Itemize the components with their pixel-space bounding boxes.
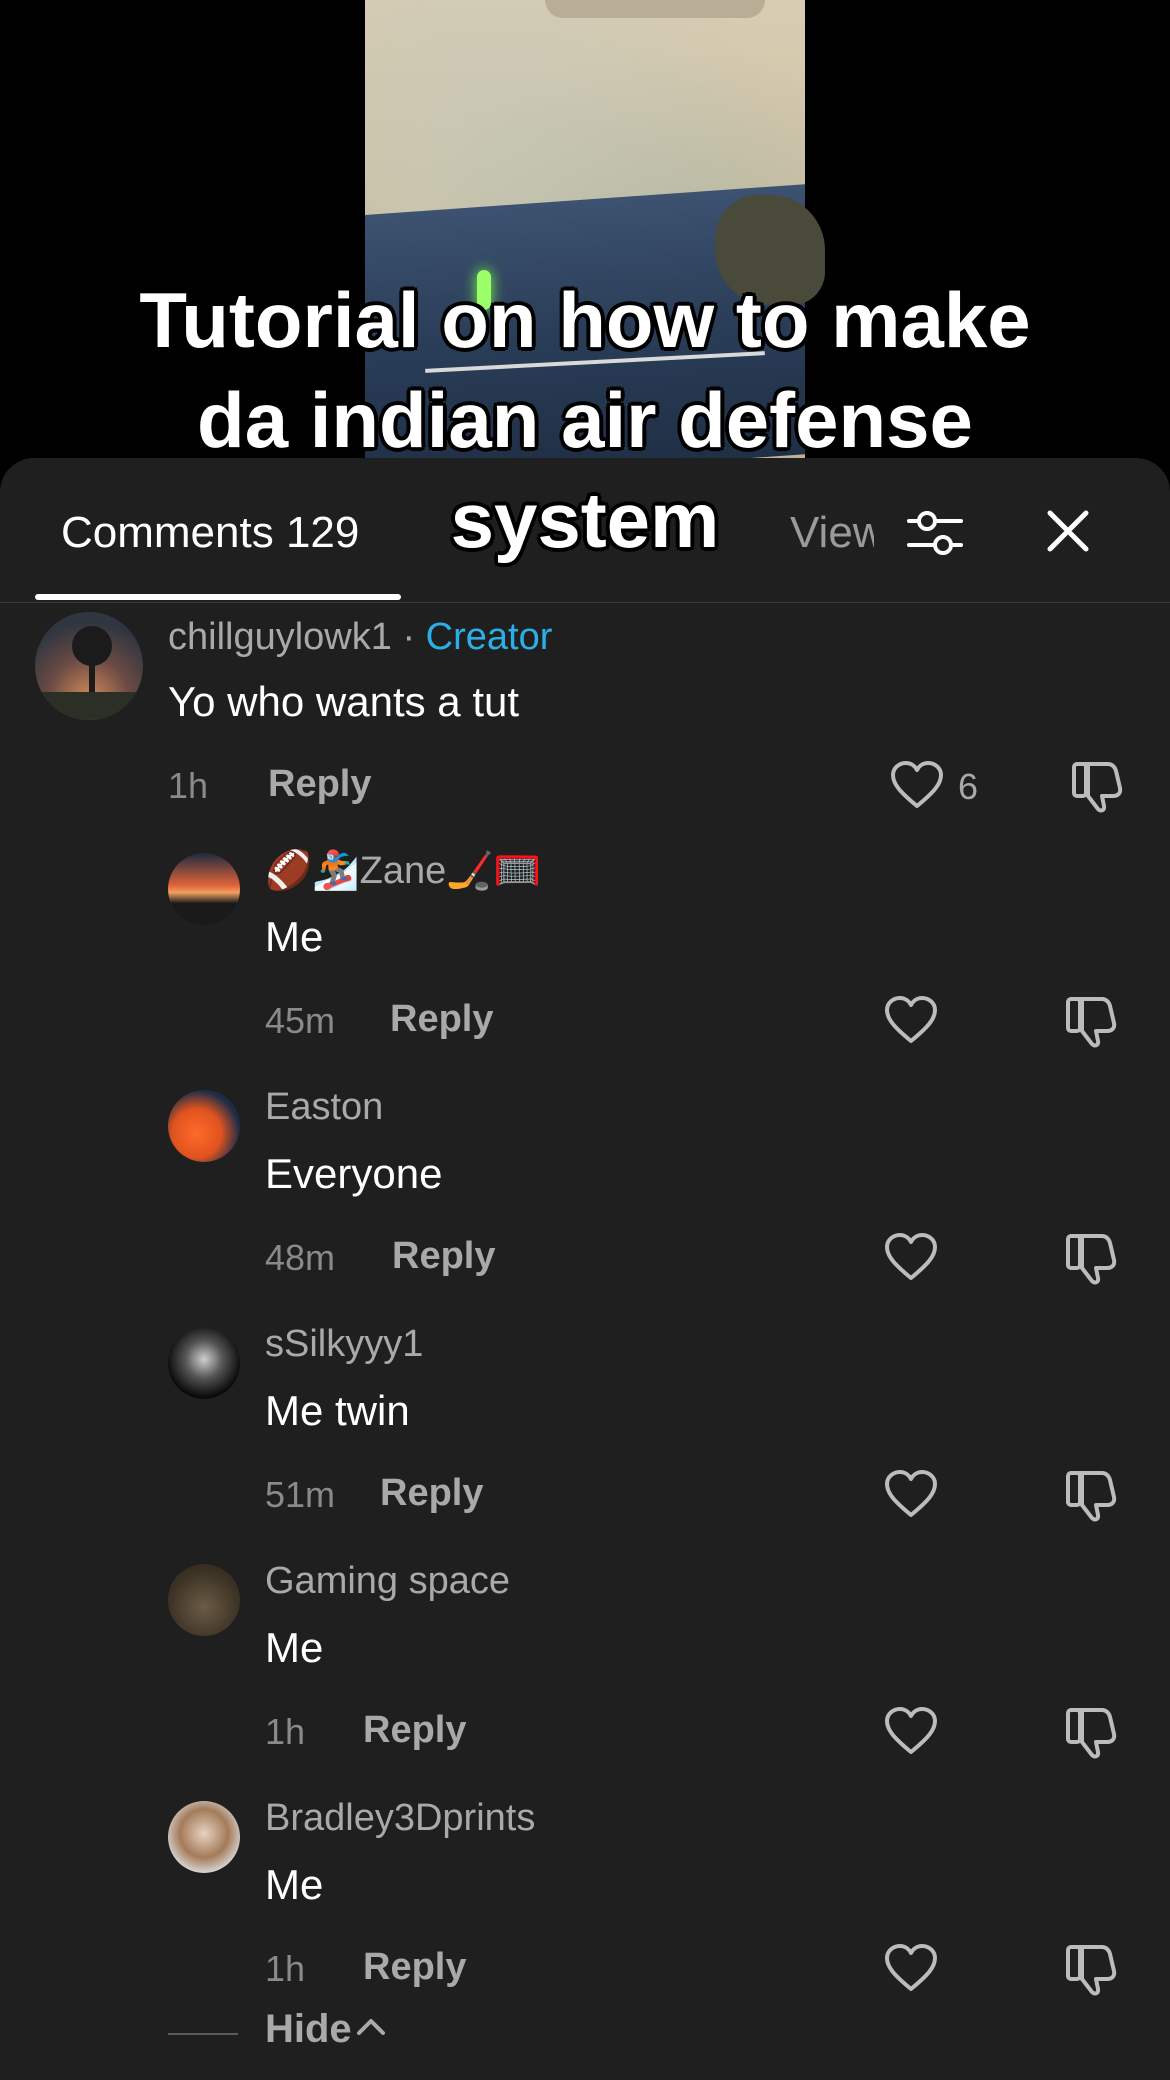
divider: [168, 2033, 238, 2035]
reply-time: 48m: [265, 1237, 336, 1278]
separator-dot: ·: [402, 616, 416, 658]
comments-panel: Comments 129 ... Views chillguylowk1 · C…: [0, 458, 1170, 2080]
chevron-up-icon[interactable]: [355, 2015, 387, 2039]
reply-button[interactable]: Reply: [392, 1235, 495, 1278]
reply-text: Me: [265, 913, 324, 960]
comment-time: 1h: [168, 765, 209, 806]
reply-text: Me: [265, 1861, 324, 1908]
reply-username[interactable]: sSilkyyy1: [265, 1323, 423, 1366]
reply-time: 1h: [265, 1948, 306, 1989]
thumbs-down-icon[interactable]: [1064, 1941, 1120, 1997]
active-tab-indicator: [35, 594, 401, 600]
thumbs-down-icon[interactable]: [1064, 1704, 1120, 1760]
reply-time: 1h: [265, 1711, 306, 1752]
thumbs-down-icon[interactable]: [1064, 1467, 1120, 1523]
reply-time: 45m: [265, 1000, 336, 1041]
reply-username[interactable]: Easton: [265, 1086, 383, 1129]
reply-time: 51m: [265, 1474, 336, 1515]
reply-button[interactable]: Reply: [390, 998, 493, 1041]
avatar-image: [35, 626, 143, 720]
reply-text: Everyone: [265, 1150, 443, 1197]
reply-button[interactable]: Reply: [363, 1946, 466, 1989]
caption-line: Tutorial on how to make: [139, 276, 1031, 364]
hide-replies-button[interactable]: Hide: [265, 2007, 352, 2052]
avatar[interactable]: [35, 612, 143, 720]
comment-item: chillguylowk1 · Creator Yo who wants a t…: [0, 608, 1170, 813]
creator-badge: Creator: [425, 616, 553, 658]
comment-text: Yo who wants a tut: [168, 678, 520, 725]
reply-text: Me: [265, 1624, 324, 1671]
avatar[interactable]: [168, 1564, 240, 1636]
like-count: 6: [958, 766, 979, 807]
comment-username[interactable]: chillguylowk1: [168, 616, 392, 658]
thumbs-down-icon[interactable]: [1064, 993, 1120, 1049]
reply-username[interactable]: Gaming space: [265, 1560, 510, 1603]
caption-line: da indian air defense: [197, 376, 973, 464]
reply-username[interactable]: Bradley3Dprints: [265, 1797, 535, 1840]
heart-icon[interactable]: [884, 1706, 938, 1756]
reply-button[interactable]: Reply: [380, 1472, 483, 1515]
caption-line: system: [450, 476, 720, 564]
avatar[interactable]: [168, 853, 240, 925]
heart-icon[interactable]: [884, 1943, 938, 1993]
heart-icon[interactable]: [884, 995, 938, 1045]
video-caption: Tutorial on how to make da indian air de…: [0, 270, 1170, 570]
reply-text: Me twin: [265, 1387, 410, 1434]
video-object: [545, 0, 765, 18]
avatar[interactable]: [168, 1090, 240, 1162]
heart-icon[interactable]: [884, 1469, 938, 1519]
reply-item: 🏈🏂Zane🏒🥅 Me 45m Reply: [0, 843, 1170, 1048]
heart-icon[interactable]: [890, 760, 944, 810]
reply-item: Gaming space Me 1h Reply: [0, 1554, 1170, 1759]
heart-icon[interactable]: [884, 1232, 938, 1282]
hide-replies-row[interactable]: Hide: [0, 2003, 1170, 2063]
comment-username-row[interactable]: chillguylowk1 · Creator: [168, 616, 552, 659]
reply-button[interactable]: Reply: [268, 763, 371, 806]
thumbs-down-icon[interactable]: [1070, 758, 1126, 814]
avatar[interactable]: [168, 1327, 240, 1399]
avatar[interactable]: [168, 1801, 240, 1873]
reply-username[interactable]: 🏈🏂Zane🏒🥅: [265, 849, 541, 893]
thumbs-down-icon[interactable]: [1064, 1230, 1120, 1286]
reply-item: Bradley3Dprints Me 1h Reply: [0, 1791, 1170, 1996]
reply-item: Easton Everyone 48m Reply: [0, 1080, 1170, 1285]
reply-button[interactable]: Reply: [363, 1709, 466, 1752]
reply-item: sSilkyyy1 Me twin 51m Reply: [0, 1317, 1170, 1522]
